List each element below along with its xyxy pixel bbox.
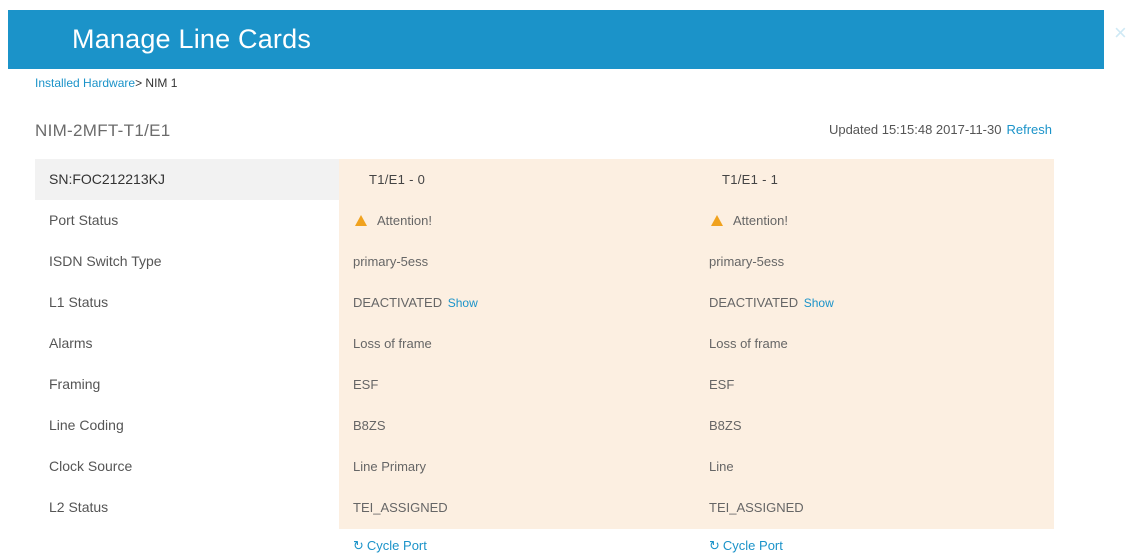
refresh-circle-icon: ↻: [709, 538, 720, 553]
clock-source-label: Clock Source: [49, 458, 133, 474]
close-icon[interactable]: ×: [1114, 20, 1130, 46]
l2-status-value: TEI_ASSIGNED: [353, 500, 448, 515]
isdn-switch-type-label: ISDN Switch Type: [49, 253, 162, 269]
dialog-header: Manage Line Cards: [8, 10, 1104, 69]
port-status-value: Attention!: [353, 200, 693, 241]
cycle-port-label: Cycle Port: [366, 538, 427, 553]
port-status-text: Attention!: [377, 213, 432, 228]
l1-status-value: DEACTIVATED Show: [709, 282, 1049, 323]
port-status-value: Attention!: [709, 200, 1049, 241]
cycle-port-label: Cycle Port: [722, 538, 783, 553]
warning-triangle-icon: [355, 215, 367, 226]
isdn-switch-type-value: primary-5ess: [353, 254, 429, 269]
warning-triangle-icon: [711, 215, 723, 226]
line-coding-value: B8ZS: [353, 418, 386, 433]
line-coding-value: B8ZS: [709, 418, 742, 433]
l2-status-value: TEI_ASSIGNED: [709, 500, 804, 515]
cycle-port-button[interactable]: ↻ Cycle Port: [353, 528, 693, 556]
breadcrumb: Installed Hardware> NIM 1: [35, 76, 177, 90]
updated-info: Updated 15:15:48 2017-11-30 Refresh: [829, 122, 1052, 137]
port-column-1: T1/E1 - 1 Attention! primary-5ess DEACTI…: [709, 159, 1049, 556]
l2-status-label: L2 Status: [49, 499, 109, 515]
clock-source-value: Line: [709, 459, 734, 474]
breadcrumb-installed-hardware[interactable]: Installed Hardware: [35, 76, 135, 90]
refresh-circle-icon: ↻: [353, 538, 364, 553]
refresh-link[interactable]: Refresh: [1006, 122, 1052, 137]
property-labels: SN:FOC212213KJ Port Status ISDN Switch T…: [35, 159, 339, 528]
framing-value: ESF: [709, 377, 735, 392]
serial-number-label: SN:FOC212213KJ: [35, 159, 339, 200]
framing-value: ESF: [353, 377, 379, 392]
l1-status-value: DEACTIVATED Show: [353, 282, 693, 323]
port-status-text: Attention!: [733, 213, 788, 228]
updated-timestamp: Updated 15:15:48 2017-11-30: [828, 122, 1002, 137]
port-status-label: Port Status: [49, 212, 119, 228]
alarms-value: Loss of frame: [353, 336, 432, 351]
device-name: NIM-2MFT-T1/E1: [35, 121, 171, 140]
framing-label: Framing: [49, 376, 101, 392]
l1-show-link[interactable]: Show: [448, 296, 478, 310]
manage-line-cards-dialog: Manage Line Cards × Installed Hardware> …: [0, 0, 1130, 556]
breadcrumb-current: NIM 1: [142, 76, 178, 90]
cycle-port-button[interactable]: ↻ Cycle Port: [709, 528, 1049, 556]
l1-show-link[interactable]: Show: [804, 296, 834, 310]
alarms-value: Loss of frame: [709, 336, 788, 351]
alarms-label: Alarms: [49, 335, 93, 351]
l1-status-text: DEACTIVATED: [353, 295, 443, 310]
port-name: T1/E1 - 1: [722, 172, 779, 187]
l1-status-label: L1 Status: [49, 294, 109, 310]
dialog-title: Manage Line Cards: [72, 24, 312, 54]
port-name: T1/E1 - 0: [369, 172, 426, 187]
port-column-0: T1/E1 - 0 Attention! primary-5ess DEACTI…: [353, 159, 693, 556]
l1-status-text: DEACTIVATED: [709, 295, 799, 310]
clock-source-value: Line Primary: [353, 459, 426, 474]
line-coding-label: Line Coding: [49, 417, 124, 433]
isdn-switch-type-value: primary-5ess: [709, 254, 785, 269]
